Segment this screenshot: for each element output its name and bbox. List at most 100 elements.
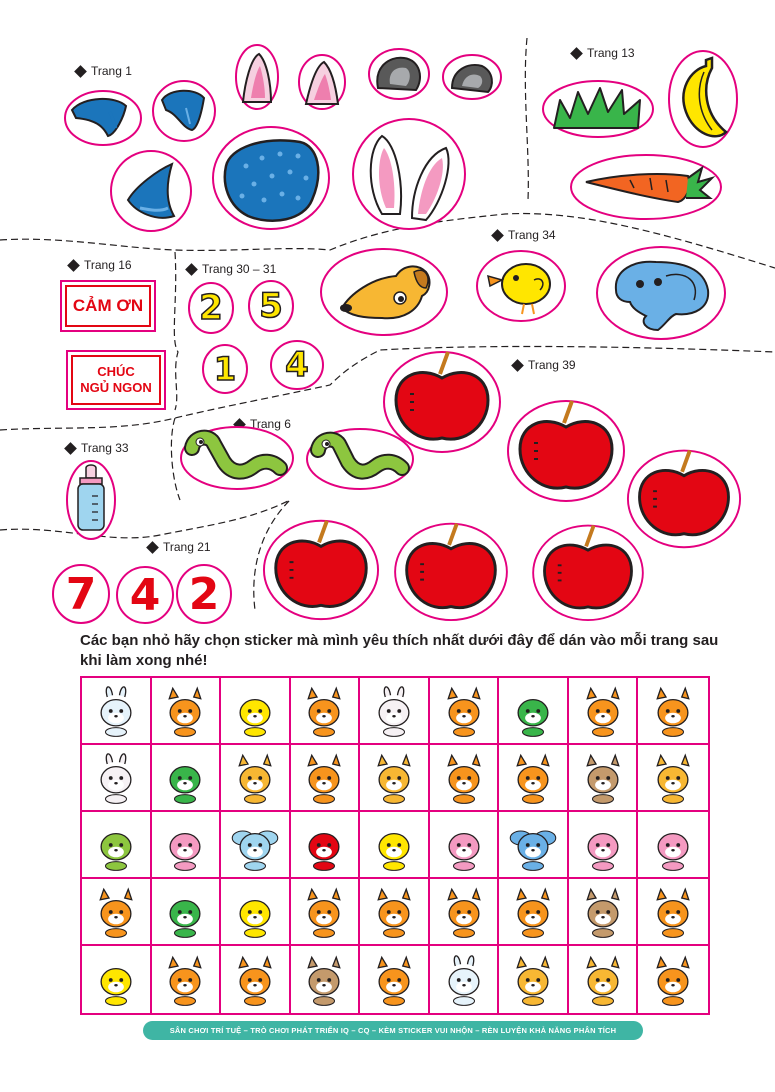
grid-sticker-cell[interactable] — [638, 879, 708, 946]
apple-sticker[interactable] — [528, 518, 648, 622]
snail-icon — [448, 832, 480, 871]
apple-sticker[interactable] — [506, 392, 626, 504]
grass-sticker[interactable] — [542, 80, 654, 138]
dog-head-icon — [320, 248, 448, 336]
cat-icon — [238, 752, 272, 804]
pink-ear-sticker-2[interactable] — [298, 54, 346, 110]
grid-sticker-cell[interactable] — [151, 812, 222, 879]
grid-sticker-cell[interactable] — [499, 812, 569, 879]
cat-icon — [656, 752, 690, 804]
grid-sticker-cell[interactable] — [429, 879, 500, 946]
number-4-red-sticker[interactable]: 4 — [116, 566, 174, 624]
apple-icon — [383, 351, 501, 453]
grid-sticker-cell[interactable] — [221, 879, 291, 946]
banana-sticker[interactable] — [668, 50, 738, 148]
apple-sticker[interactable] — [382, 344, 502, 454]
grid-sticker-cell[interactable] — [360, 946, 430, 1013]
number-2-sticker[interactable]: 2 — [188, 282, 234, 334]
grid-sticker-cell[interactable] — [360, 879, 430, 946]
number-2-red-sticker[interactable]: 2 — [176, 564, 232, 624]
grid-sticker-cell[interactable] — [360, 812, 430, 879]
grid-sticker-cell[interactable] — [360, 678, 430, 745]
grid-sticker-cell[interactable] — [221, 745, 291, 812]
grid-sticker-cell[interactable] — [638, 678, 708, 745]
elephant-icon — [596, 246, 726, 340]
number-7-sticker[interactable]: 7 — [52, 564, 110, 624]
bee-icon — [378, 832, 410, 871]
number-1-sticker[interactable]: 1 — [202, 344, 248, 394]
instruction-text: Các bạn nhỏ hãy chọn sticker mà mình yêu… — [80, 632, 719, 669]
grid-sticker-cell[interactable] — [82, 745, 152, 812]
baby-bottle-sticker[interactable] — [66, 460, 116, 540]
grid-sticker-cell[interactable] — [568, 879, 639, 946]
grid-sticker-cell[interactable] — [290, 745, 361, 812]
dog-head-sticker[interactable] — [320, 248, 448, 336]
label-trang-33: Trang 33 — [64, 441, 129, 455]
grid-sticker-cell[interactable] — [221, 946, 291, 1013]
grid-sticker-cell[interactable] — [499, 678, 569, 745]
grid-sticker-cell[interactable] — [429, 745, 500, 812]
cam-on-sticker[interactable]: CẢM ƠN — [60, 280, 156, 332]
blue-dotted-shape-sticker[interactable] — [212, 126, 330, 230]
grid-sticker-cell[interactable] — [290, 879, 361, 946]
grid-sticker-cell[interactable] — [291, 946, 361, 1013]
apple-sticker[interactable] — [262, 512, 380, 622]
carrot-sticker[interactable] — [570, 154, 722, 220]
grid-sticker-cell[interactable] — [499, 745, 569, 812]
blue-horn-sticker[interactable] — [110, 150, 192, 232]
grid-sticker-cell[interactable] — [290, 812, 361, 879]
cat-icon — [585, 954, 620, 1006]
grid-sticker-cell[interactable] — [568, 678, 639, 745]
number-5-sticker[interactable]: 5 — [248, 280, 294, 332]
chuc-ngu-ngon-sticker[interactable]: CHÚC NGỦ NGON — [66, 350, 166, 410]
shiba-icon — [377, 886, 411, 938]
grid-sticker-cell[interactable] — [638, 745, 708, 812]
bird-icon — [587, 832, 619, 871]
diamond-bullet-icon — [146, 540, 159, 554]
grid-sticker-cell[interactable] — [82, 678, 152, 745]
grid-sticker-cell[interactable] — [151, 745, 222, 812]
sticker-grid — [80, 676, 710, 1015]
shiba-icon — [238, 954, 272, 1006]
blue-ear-sticker-2[interactable] — [152, 80, 216, 142]
number-4-sticker[interactable]: 4 — [270, 340, 324, 390]
apple-sticker[interactable] — [392, 516, 510, 622]
grid-sticker-cell[interactable] — [429, 812, 500, 879]
grid-sticker-cell[interactable] — [429, 678, 500, 745]
bunny-ears-sticker[interactable] — [352, 118, 466, 230]
grid-sticker-cell[interactable] — [360, 745, 430, 812]
pink-ear-sticker[interactable] — [235, 44, 279, 110]
grid-sticker-cell[interactable] — [151, 879, 222, 946]
grid-sticker-cell[interactable] — [82, 879, 152, 946]
ladybug-icon — [308, 832, 340, 871]
diamond-bullet-icon — [67, 258, 80, 272]
label-trang-1: Trang 1 — [74, 64, 132, 78]
grid-sticker-cell[interactable] — [638, 946, 708, 1013]
apple-icon — [532, 524, 644, 622]
blue-ear-sticker[interactable] — [64, 90, 142, 146]
grid-sticker-cell[interactable] — [499, 946, 569, 1013]
grid-sticker-cell[interactable] — [82, 946, 152, 1013]
cat-ear-icon — [298, 54, 346, 110]
grid-sticker-cell[interactable] — [82, 812, 152, 879]
chick-sticker[interactable] — [476, 250, 566, 322]
shiba-icon — [656, 954, 690, 1006]
grid-sticker-cell[interactable] — [290, 678, 361, 745]
grid-sticker-cell[interactable] — [568, 745, 639, 812]
grid-sticker-cell[interactable] — [499, 879, 569, 946]
grid-sticker-cell[interactable] — [221, 812, 291, 879]
grid-sticker-cell[interactable] — [638, 812, 708, 879]
worm-sticker[interactable] — [180, 426, 294, 490]
label-trang-13: Trang 13 — [570, 46, 635, 60]
shiba-icon — [99, 886, 133, 938]
grid-sticker-cell[interactable] — [152, 946, 222, 1013]
elephant-sticker[interactable] — [596, 246, 726, 340]
gray-ear-sticker[interactable] — [368, 48, 430, 100]
grid-sticker-cell[interactable] — [221, 678, 291, 745]
grid-sticker-cell[interactable] — [568, 812, 639, 879]
grid-sticker-cell[interactable] — [430, 946, 500, 1013]
grid-sticker-cell[interactable] — [151, 678, 222, 745]
gray-ear-sticker-2[interactable] — [442, 54, 502, 100]
grid-sticker-cell[interactable] — [569, 946, 639, 1013]
dragonfly-icon — [231, 829, 279, 871]
